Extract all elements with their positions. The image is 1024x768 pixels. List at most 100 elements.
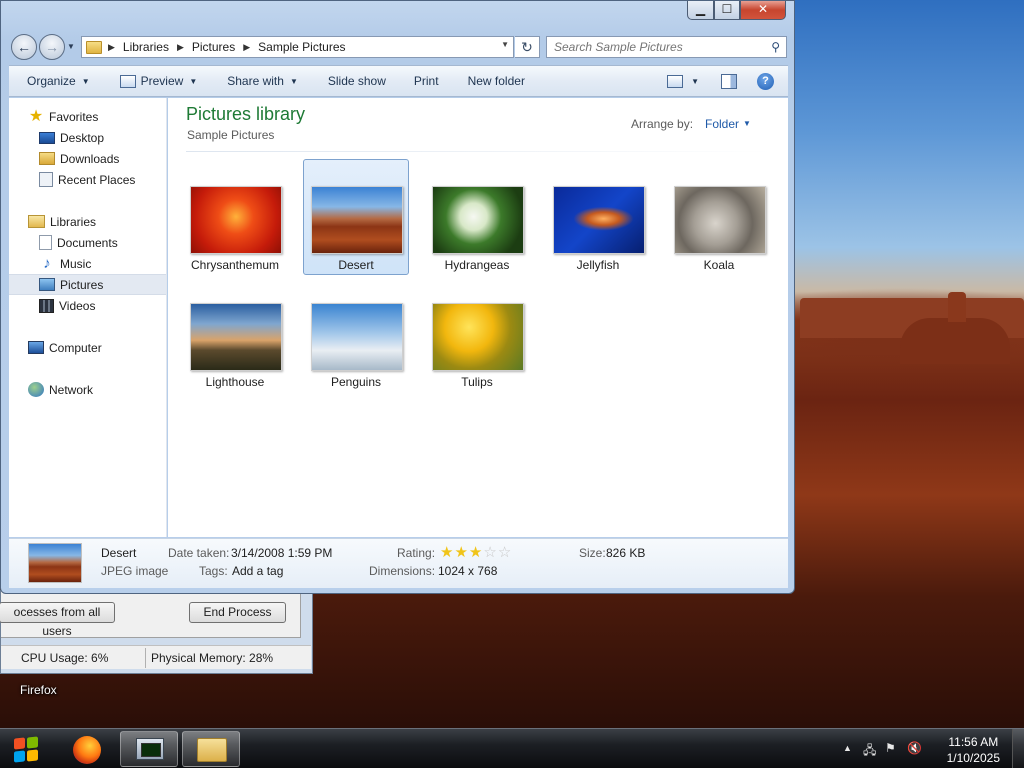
rating-stars[interactable]: ★★★☆☆ [440,543,512,561]
search-input[interactable] [554,40,759,54]
task-manager-icon [136,738,164,760]
file-tile-desert[interactable]: Desert [303,159,409,275]
rating-star-icon[interactable]: ★ [469,544,483,561]
arrange-by-label: Arrange by: [631,117,694,131]
preview-menu[interactable]: Preview ▼ [119,74,197,88]
print-button[interactable]: Print [414,74,439,88]
help-icon[interactable]: ? [757,72,774,90]
file-name: Koala [703,258,735,272]
recent-pages-dropdown[interactable]: ▼ [67,42,75,51]
dimensions-value: 1024 x 768 [438,564,498,578]
end-process-button[interactable]: End Process [189,602,286,623]
address-bar[interactable]: ▶ Libraries ▶ Pictures ▶ Sample Pictures… [81,36,514,58]
nav-favorites[interactable]: ★ Favorites [9,106,166,127]
nav-videos[interactable]: Videos [9,295,166,316]
action-center-flag-icon[interactable]: ⚑ [885,741,896,755]
firefox-desktop-label[interactable]: Firefox [20,683,57,697]
minimize-button[interactable]: ▁ [687,1,714,20]
nav-pictures[interactable]: Pictures [9,274,166,295]
organize-menu[interactable]: Organize ▼ [27,74,90,88]
close-button[interactable]: ✕ [740,1,786,20]
file-name: Tulips [461,375,493,389]
nav-libraries[interactable]: Libraries [9,211,166,232]
system-tray: ▲ 🖧 ⚑ 🔇 11:56 AM 1/10/2025 [839,729,1024,768]
file-name: Hydrangeas [444,258,510,272]
share-with-menu[interactable]: Share with ▼ [227,74,298,88]
network-icon[interactable]: 🖧 [863,741,876,762]
task-manager-status-bar: CPU Usage: 6% Physical Memory: 28% [1,645,311,669]
taskbar-explorer[interactable] [182,731,240,767]
nav-recent-places[interactable]: Recent Places [9,169,166,190]
rating-star-icon[interactable]: ☆ [498,544,512,561]
forward-button[interactable]: → [39,34,65,60]
libraries-icon [28,215,45,228]
arrange-by-dropdown[interactable]: Folder [705,117,739,131]
clock[interactable]: 11:56 AM 1/10/2025 [947,734,1000,766]
windows-logo-icon [14,737,25,750]
chevron-down-icon[interactable]: ▼ [691,77,699,86]
show-desktop-button[interactable] [1012,729,1024,768]
breadcrumb-pictures[interactable]: Pictures [192,40,235,54]
breadcrumb-sample-pictures[interactable]: Sample Pictures [258,40,345,54]
maximize-button[interactable]: ☐ [714,1,740,20]
file-tile-koala[interactable]: Koala [666,159,772,275]
nav-label: Videos [59,298,96,313]
selected-file-thumbnail [28,543,82,583]
task-manager-body: ocesses from all users End Process [0,590,301,638]
breadcrumb-separator[interactable]: ▶ [177,42,184,53]
search-box[interactable]: ⚲ [546,36,787,58]
tags-value[interactable]: Add a tag [232,564,283,578]
new-folder-button[interactable]: New folder [468,74,525,88]
change-view-icon[interactable] [667,74,684,88]
status-separator [145,648,146,668]
selected-file-name: Desert [101,546,137,560]
nav-downloads[interactable]: Downloads [9,148,166,169]
start-button[interactable] [8,733,44,765]
nav-computer[interactable]: Computer [9,337,166,358]
breadcrumb-libraries[interactable]: Libraries [123,40,169,54]
nav-music[interactable]: ♪ Music [9,253,166,274]
rating-star-icon[interactable]: ★ [454,544,468,561]
file-tile-lighthouse[interactable]: Lighthouse [182,276,288,392]
file-tile-penguins[interactable]: Penguins [303,276,409,392]
address-dropdown-icon[interactable]: ▼ [501,40,509,49]
taskbar-firefox[interactable] [58,731,116,767]
show-hidden-icons-icon[interactable]: ▲ [843,743,852,753]
share-with-label: Share with [227,74,284,88]
chevron-down-icon: ▼ [289,76,298,86]
chevron-down-icon[interactable]: ▼ [743,119,751,128]
nav-desktop[interactable]: Desktop [9,127,166,148]
rating-star-icon[interactable]: ★ [440,544,454,561]
file-name: Chrysanthemum [190,258,280,272]
file-tile-hydrangeas[interactable]: Hydrangeas [424,159,530,275]
rating-star-icon[interactable]: ☆ [483,544,497,561]
file-tile-jellyfish[interactable]: Jellyfish [545,159,651,275]
navigation-pane: ★ Favorites Desktop Downloads Recent Pla… [9,98,167,537]
slide-show-button[interactable]: Slide show [328,74,386,88]
refresh-button[interactable]: ↻ [515,36,540,58]
breadcrumb-separator[interactable]: ▶ [108,42,115,53]
clock-date: 1/10/2025 [946,751,1000,765]
nav-label: Music [60,256,92,271]
library-title: Pictures library [186,104,306,124]
nav-label: Computer [49,340,102,355]
windows-logo-icon [14,750,25,763]
back-button[interactable]: ← [11,34,37,60]
wallpaper-spire [948,292,966,322]
nav-documents[interactable]: Documents [9,232,166,253]
organize-label: Organize [27,74,76,88]
file-name: Jellyfish [576,258,620,272]
taskbar-task-manager[interactable] [120,731,178,767]
volume-muted-icon[interactable]: 🔇 [907,741,922,755]
date-taken-value[interactable]: 3/14/2008 1:59 PM [231,546,332,560]
nav-network[interactable]: Network [9,379,166,400]
preview-pane-icon[interactable] [721,73,737,89]
explorer-window: ▁ ☐ ✕ ← → ▼ ▶ Libraries ▶ Pictures ▶ Sam… [0,0,795,594]
physical-memory: Physical Memory: 28% [151,651,274,665]
image-thumbnail [311,303,403,371]
search-icon[interactable]: ⚲ [771,40,780,54]
file-tile-tulips[interactable]: Tulips [424,276,530,392]
breadcrumb-separator[interactable]: ▶ [243,42,250,53]
file-tile-chrysanthemum[interactable]: Chrysanthemum [182,159,288,275]
show-processes-button[interactable]: ocesses from all users [0,602,115,638]
